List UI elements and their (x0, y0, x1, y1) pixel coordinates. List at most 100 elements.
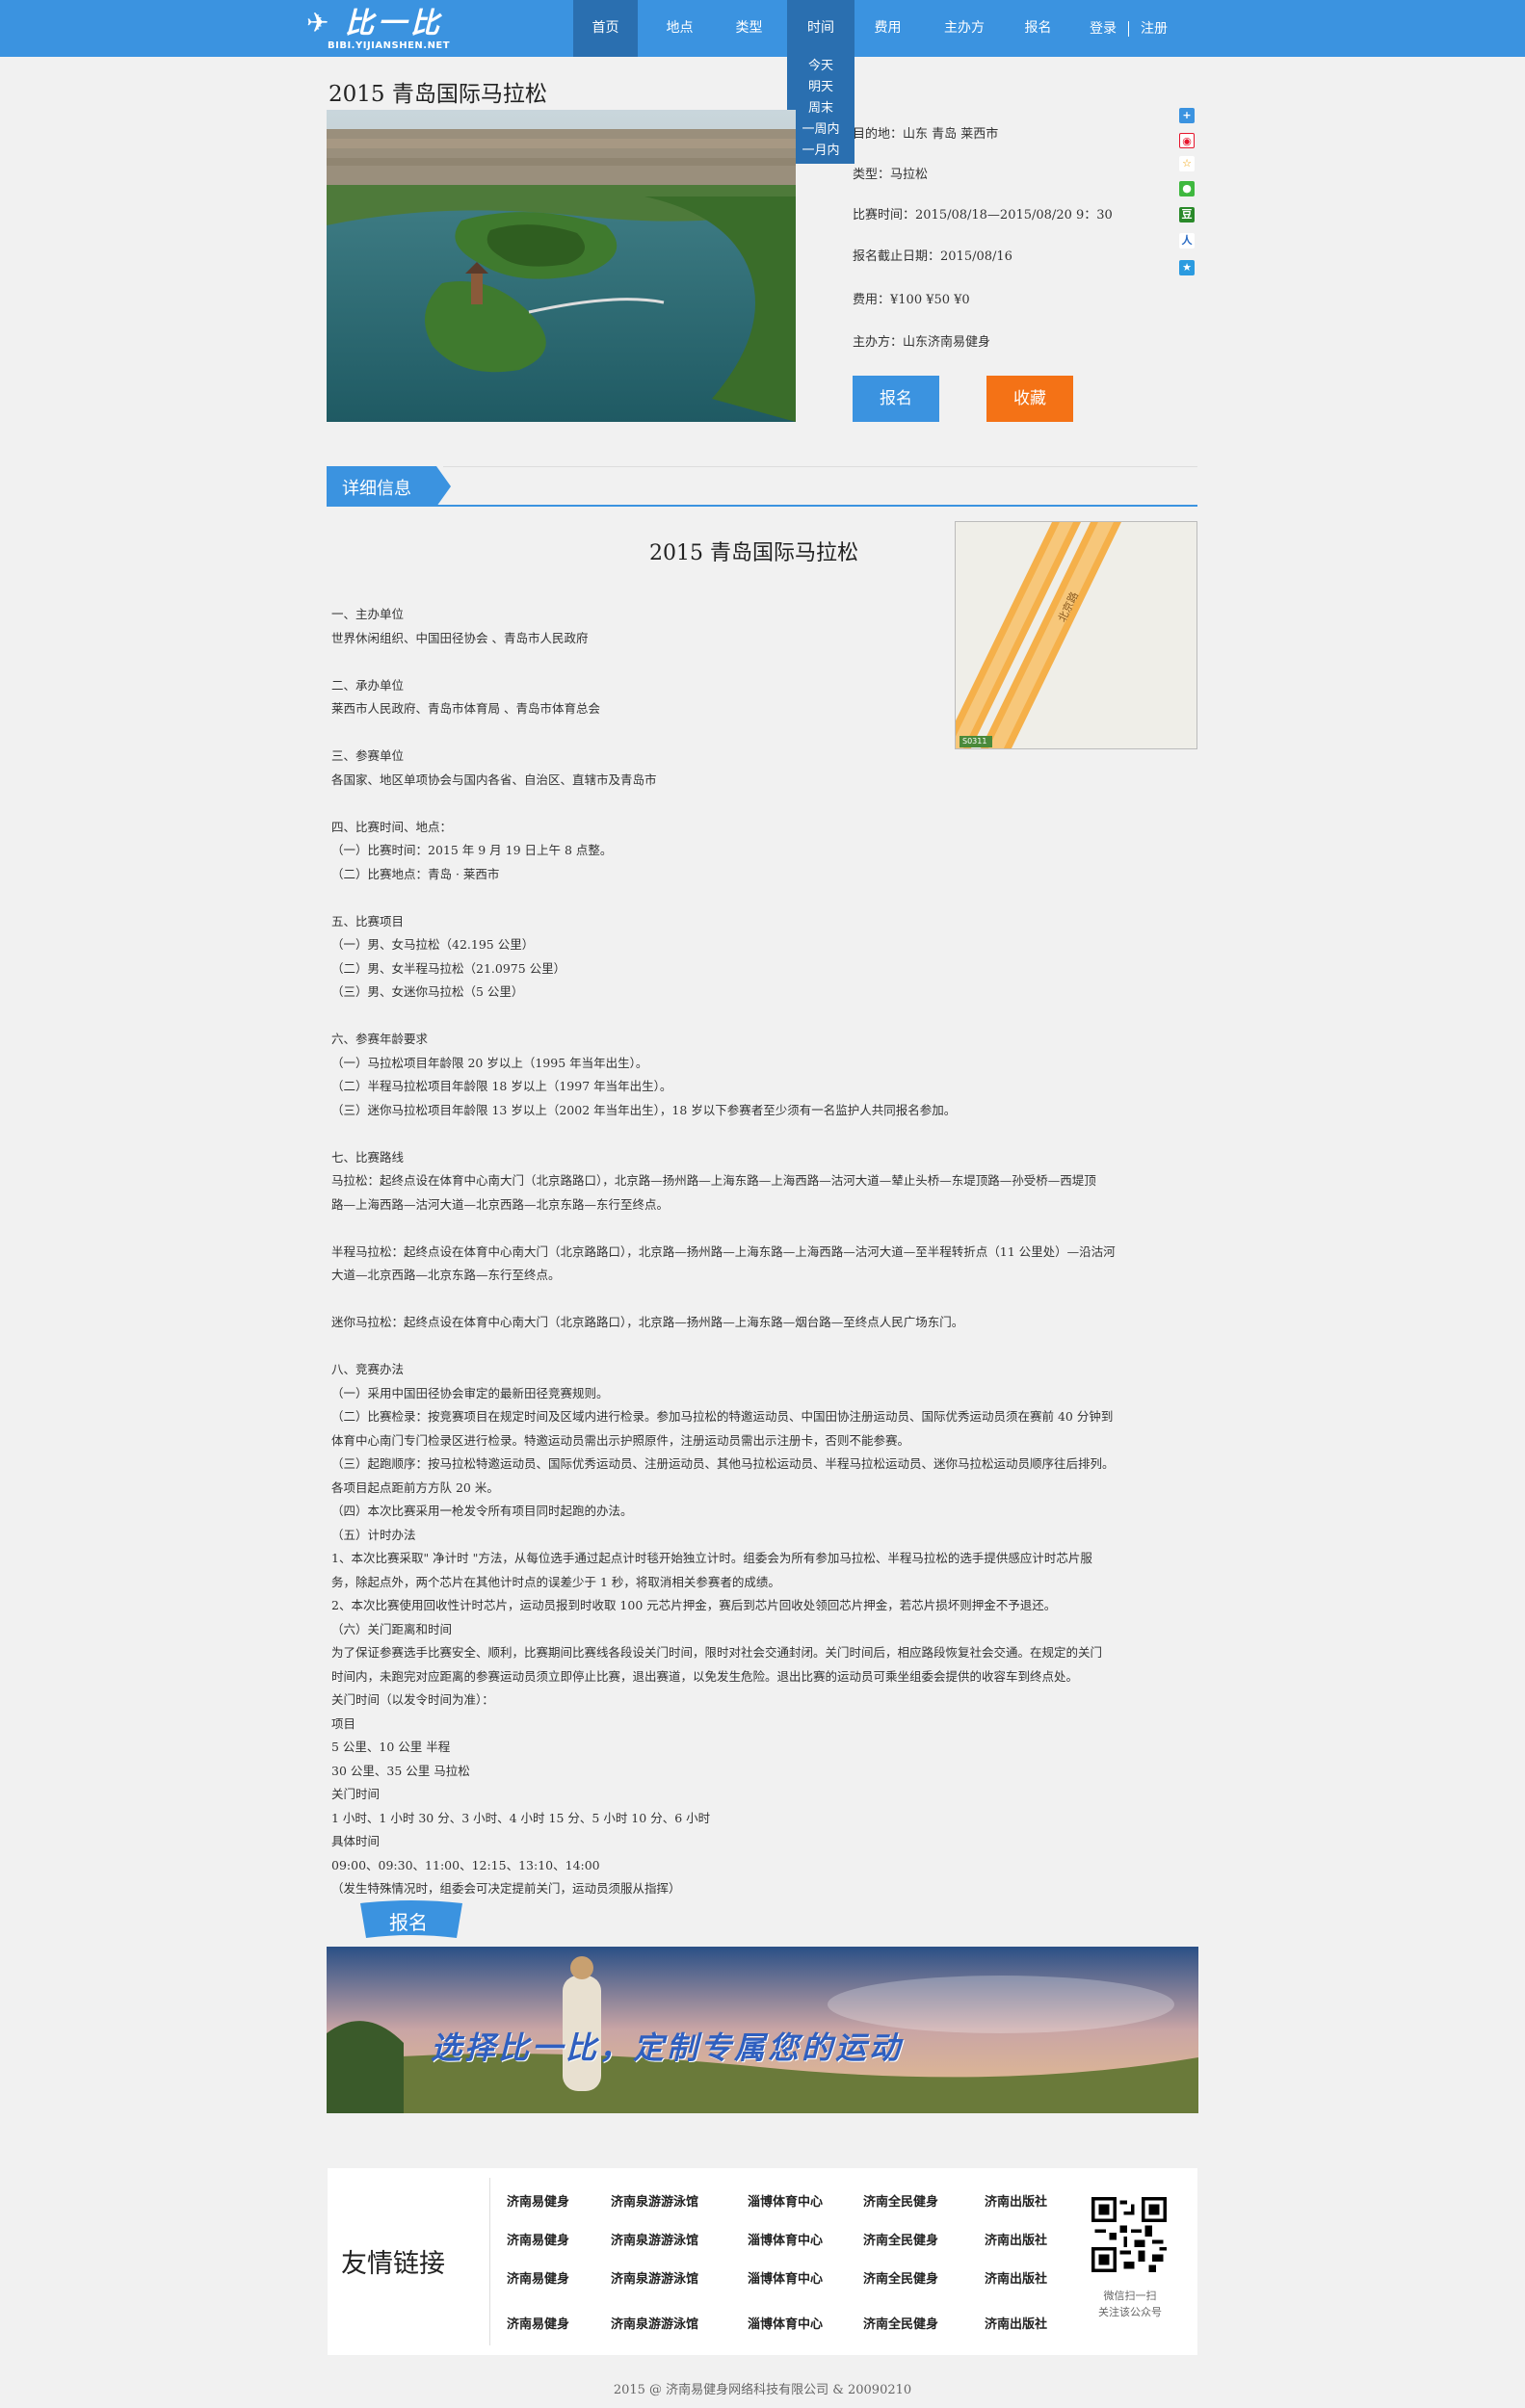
footer-copyright: 2015 @ 济南易健身网络科技有限公司 & 20090210 (613, 2383, 912, 2397)
detail-header-line (327, 505, 1197, 507)
dropdown-item-tomorrow[interactable]: 明天 (787, 77, 855, 98)
friend-link[interactable]: 淄博体育中心 (748, 2314, 823, 2332)
dropdown-item-today[interactable]: 今天 (787, 56, 855, 77)
nav-location[interactable]: 地点 (647, 0, 712, 57)
article-line: 马拉松：起终点设在体育中心南大门（北京路路口），北京路—扬州路—上海东路—上海西… (331, 1173, 1096, 1188)
login-link[interactable]: 登录 (1090, 21, 1117, 37)
friend-link[interactable]: 淄博体育中心 (748, 2191, 823, 2210)
friend-links-title: 友情链接 (341, 2249, 445, 2279)
detail-tab[interactable]: 详细信息 (327, 466, 451, 507)
renren-icon[interactable]: 人 (1179, 233, 1195, 249)
event-destination: 目的地：山东 青岛 莱西市 (853, 127, 999, 142)
friend-link[interactable]: 济南易健身 (507, 2230, 569, 2248)
qr-caption-line1: 微信扫一扫 (1103, 2290, 1157, 2302)
auth-divider (1128, 21, 1129, 37)
friend-link[interactable]: 济南出版社 (985, 2268, 1047, 2287)
nav-type[interactable]: 类型 (717, 0, 781, 57)
article-line: 具体时间 (331, 1834, 381, 1848)
nav-time[interactable]: 时间 (787, 0, 855, 57)
article-title: 2015 青岛国际马拉松 (649, 541, 858, 565)
article-line: 项目 (331, 1715, 356, 1731)
article-line: 09:00、09:30、11:00、12:15、13:10、14:00 (331, 1857, 600, 1872)
friend-link[interactable]: 济南全民健身 (863, 2314, 938, 2332)
detail-header-topline (443, 466, 1197, 467)
dropdown-item-month[interactable]: 一月内 (787, 141, 855, 162)
site-logo[interactable]: ✈ 比一比 BIBI.YIJIANSHEN.NET (306, 8, 475, 52)
register-tag[interactable]: 报名 (360, 1899, 462, 1942)
wechat-icon[interactable]: ● (1179, 181, 1195, 196)
friend-link[interactable]: 济南泉游游泳馆 (611, 2314, 698, 2332)
article-line: 五、比赛项目 (331, 913, 405, 929)
friend-link[interactable]: 济南出版社 (985, 2230, 1047, 2248)
article-line: （四）本次比赛采用一枪发令所有项目同时起跑的办法。 (331, 1504, 633, 1518)
article-line: （三）起跑顺序：按马拉松特邀运动员、国际优秀运动员、注册运动员、其他马拉松运动员… (331, 1456, 1115, 1471)
register-link[interactable]: 注册 (1141, 21, 1168, 37)
article-line: （五）计时办法 (331, 1527, 416, 1542)
article-line: 为了保证参赛选手比赛安全、顺利，比赛期间比赛线各段设关门时间，限时对社会交通封闭… (331, 1645, 1103, 1660)
weibo-icon[interactable]: ◉ (1179, 133, 1195, 148)
article-line: 二、承办单位 (331, 677, 405, 693)
article-body: 一、主办单位 世界休闲组织、中国田径协会 、青岛市人民政府 二、承办单位 莱西市人民政… (331, 603, 1198, 1901)
event-fee: 费用：¥100 ¥50 ¥0 (853, 293, 970, 307)
article-line: 一、主办单位 (331, 607, 405, 621)
article-line: 关门时间（以发令时间为准）： (331, 1692, 494, 1707)
article-line: 迷你马拉松：起终点设在体育中心南大门（北京路路口），北京路—扬州路—上海东路—烟… (331, 1315, 964, 1329)
article-line: （一）男、女马拉松（42.195 公里） (331, 937, 535, 952)
nav-organizer[interactable]: 主办方 (931, 0, 998, 57)
friend-link[interactable]: 济南出版社 (985, 2314, 1047, 2332)
article-line: （二）半程马拉松项目年龄限 18 岁以上（1997 年当年出生）。 (331, 1079, 672, 1093)
promo-banner[interactable]: 选择比一比，定制专属您的运动 (327, 1947, 1198, 2113)
article-line: 莱西市人民政府、青岛市体育局 、青岛市体育总会 (331, 701, 600, 716)
friend-link[interactable]: 济南全民健身 (863, 2268, 938, 2287)
article-line: 七、比赛路线 (331, 1149, 405, 1165)
event-title: 2015 青岛国际马拉松 (329, 82, 547, 107)
qzone-icon[interactable]: ★ (1179, 260, 1195, 275)
add-share-icon[interactable]: + (1179, 108, 1195, 123)
friend-link[interactable]: 济南全民健身 (863, 2230, 938, 2248)
article-line: （一）采用中国田径协会审定的最新田径竞赛规则。 (331, 1385, 609, 1400)
article-line: 大道—北京西路—北京东路—东行至终点。 (331, 1268, 561, 1282)
article-line: 务，除起点外，两个芯片在其他计时点的误差少于 1 秒，将取消相关参赛者的成绩。 (331, 1574, 780, 1589)
article-line: （一）马拉松项目年龄限 20 岁以上（1995 年当年出生）。 (331, 1055, 648, 1070)
friend-link[interactable]: 淄博体育中心 (748, 2268, 823, 2287)
article-line: 各项目起点距前方方队 20 米。 (331, 1479, 499, 1495)
article-line: （发生特殊情况时，组委会可决定提前关门，运动员须服从指挥） (331, 1881, 681, 1896)
friend-link[interactable]: 淄博体育中心 (748, 2230, 823, 2248)
article-line: 路—上海西路—沽河大道—北京西路—北京东路—东行至终点。 (331, 1196, 670, 1212)
nav-home[interactable]: 首页 (573, 0, 638, 57)
star-share-icon[interactable]: ☆ (1179, 156, 1195, 171)
article-line: 体育中心南门专门检录区进行检录。特邀运动员需出示护照原件，注册运动员需出示注册卡… (331, 1432, 910, 1448)
friend-link[interactable]: 济南易健身 (507, 2191, 569, 2210)
article-line: 关门时间 (331, 1787, 381, 1801)
qr-caption: 微信扫一扫 关注该公众号 (1067, 2288, 1193, 2320)
friend-links-panel: 友情链接 济南易健身 济南易健身 济南易健身 济南易健身 济南泉游游泳馆 济南泉游游泳馆济… (328, 2168, 1197, 2355)
signup-button[interactable]: 报名 (853, 376, 939, 422)
runner-logo-icon: ✈ (306, 7, 329, 39)
friend-link[interactable]: 济南全民健身 (863, 2191, 938, 2210)
friend-link[interactable]: 济南泉游游泳馆 (611, 2230, 698, 2248)
article-line: 1、本次比赛采取" 净计时 "方法，从每位选手通过起点计时毯开始独立计时。组委会… (331, 1551, 1092, 1565)
dropdown-item-week[interactable]: 一周内 (787, 119, 855, 141)
friend-link[interactable]: 济南泉游游泳馆 (611, 2191, 698, 2210)
article-line: 六、参赛年龄要求 (331, 1032, 429, 1046)
article-line: 四、比赛时间、地点： (331, 819, 453, 834)
article-line: （二）男、女半程马拉松（21.0975 公里） (331, 960, 566, 976)
favorite-button[interactable]: 收藏 (986, 376, 1073, 422)
friend-link[interactable]: 济南易健身 (507, 2268, 569, 2287)
dropdown-item-weekend[interactable]: 周末 (787, 98, 855, 119)
friend-link[interactable]: 济南出版社 (985, 2191, 1047, 2210)
article-line: （一）比赛时间：2015 年 9 月 19 日上午 8 点整。 (331, 843, 613, 857)
douban-icon[interactable]: 豆 (1179, 207, 1195, 222)
article-line: 2、本次比赛使用回收性计时芯片，运动员报到时收取 100 元芯片押金，赛后到芯片… (331, 1598, 1057, 1612)
nav-signup[interactable]: 报名 (1006, 0, 1070, 57)
banner-slogan: 选择比一比，定制专属您的运动 (431, 2029, 904, 2066)
friend-link[interactable]: 济南易健身 (507, 2314, 569, 2332)
friend-link[interactable]: 济南泉游游泳馆 (611, 2268, 698, 2287)
article-line: 时间内，未跑完对应距离的参赛运动员须立即停止比赛，退出赛道，以免发生危险。退出比… (331, 1668, 1079, 1684)
event-type: 类型：马拉松 (853, 168, 929, 182)
nav-fee[interactable]: 费用 (855, 0, 920, 57)
